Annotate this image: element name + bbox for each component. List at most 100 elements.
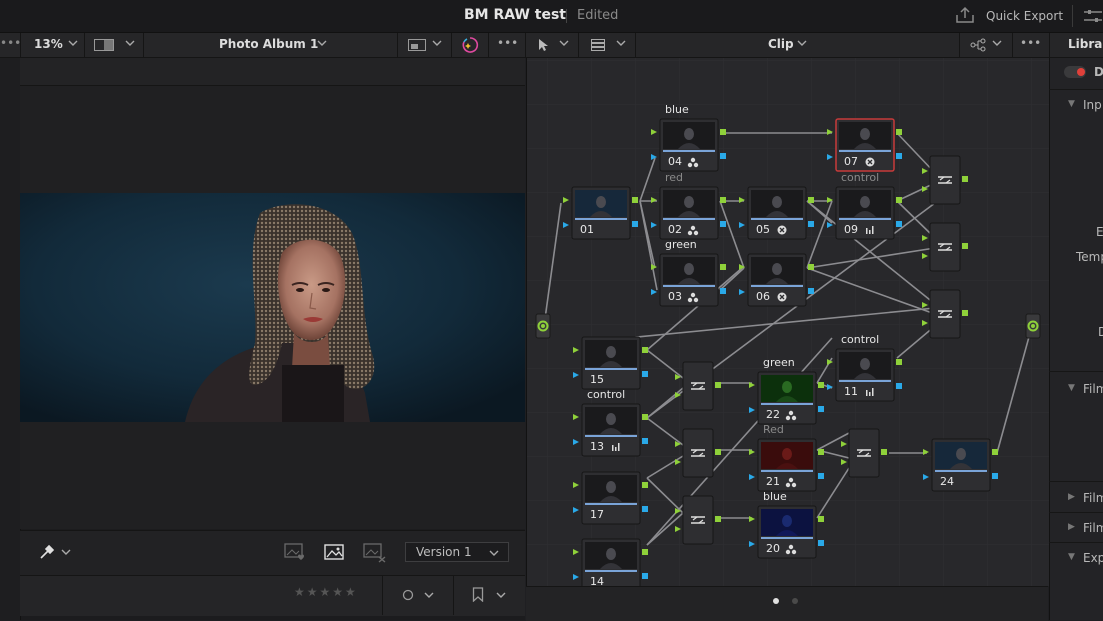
inspector-field-label: D — [1098, 325, 1103, 339]
node-label: green — [763, 356, 795, 369]
flag-circle-icon[interactable] — [402, 589, 414, 601]
node-17[interactable]: 17 — [573, 471, 648, 525]
node-label: control — [841, 171, 879, 184]
toolbar-separator — [525, 33, 526, 57]
chevron-down-icon[interactable] — [432, 38, 442, 48]
collapse-icon[interactable]: ▼ — [1068, 383, 1075, 393]
toolbar-separator — [959, 33, 960, 57]
node-label: control — [587, 388, 625, 401]
node-05[interactable]: 05 — [739, 186, 814, 240]
node-06[interactable]: 06 — [739, 253, 814, 307]
chevron-down-icon[interactable] — [125, 38, 135, 48]
node-number: 17 — [590, 508, 604, 521]
toolbar-separator — [488, 33, 489, 57]
chevron-down-icon[interactable] — [496, 590, 506, 600]
settings-sliders-icon[interactable] — [1082, 8, 1103, 24]
chevron-down-icon[interactable] — [489, 548, 499, 558]
node-number: 05 — [756, 223, 770, 236]
inspector-divider — [1049, 371, 1103, 372]
image-remove-icon[interactable] — [363, 543, 387, 563]
node-number: 01 — [580, 223, 594, 236]
toolbar: ••• 13% Photo Album 1 ••• Clip ••• Libra… — [0, 33, 1103, 58]
page-dot-active[interactable] — [773, 598, 779, 604]
inspector-section-film[interactable]: Film — [1083, 382, 1103, 396]
node-graph[interactable]: 01 02 red 03 green 04 blue 05 06 07 09 control 11 con… — [526, 58, 1049, 586]
footer-separator — [382, 575, 383, 615]
node-number: 04 — [668, 155, 682, 168]
node-number: 02 — [668, 223, 682, 236]
viewer-header — [20, 58, 525, 86]
bookmark-icon[interactable] — [472, 587, 484, 602]
zoom-level[interactable]: 13% — [34, 37, 63, 51]
chevron-down-icon[interactable] — [61, 547, 71, 557]
inspector-section-film[interactable]: Film — [1083, 491, 1103, 505]
node-number: 07 — [844, 155, 858, 168]
viewer-layout-icon[interactable] — [408, 39, 426, 51]
node-number: 14 — [590, 575, 604, 586]
more-options-icon[interactable]: ••• — [1020, 36, 1041, 50]
node-07[interactable]: 07 — [827, 118, 902, 172]
chevron-down-icon[interactable] — [68, 38, 78, 48]
inspector-divider — [1049, 512, 1103, 513]
quick-export-icon[interactable] — [954, 6, 976, 24]
node-number: 20 — [766, 542, 780, 555]
color-magic-icon[interactable] — [461, 36, 479, 54]
inspector-section-film[interactable]: Film — [1083, 521, 1103, 535]
node-number: 21 — [766, 475, 780, 488]
inspector-tab-library[interactable]: Library — [1068, 37, 1103, 51]
node-14[interactable]: 14 — [573, 538, 648, 586]
node-15[interactable]: 15 — [573, 336, 648, 390]
chevron-down-icon[interactable] — [559, 38, 569, 48]
inspector-section-input[interactable]: Inp — [1083, 98, 1102, 112]
star-rating[interactable]: ★★★★★ — [294, 585, 358, 599]
toolbar-separator — [20, 33, 21, 57]
quick-export-button[interactable]: Quick Export — [986, 9, 1063, 23]
expand-icon[interactable]: ▶ — [1068, 522, 1075, 532]
color-picker-icon[interactable] — [38, 543, 56, 561]
node-number: 09 — [844, 223, 858, 236]
version-label[interactable]: Version 1 — [416, 545, 472, 559]
node-number: 06 — [756, 290, 770, 303]
chevron-down-icon[interactable] — [616, 38, 626, 48]
node-stack-icon[interactable] — [591, 39, 605, 51]
graph-footer — [526, 586, 1048, 621]
node-label: control — [841, 333, 879, 346]
toolbar-separator — [635, 33, 636, 57]
chevron-down-icon[interactable] — [992, 38, 1002, 48]
viewer-footer — [20, 575, 525, 616]
inspector-divider — [1049, 89, 1103, 90]
project-status: Edited — [577, 8, 619, 23]
node-number: 15 — [590, 373, 604, 386]
inspector-field-label: Temp — [1076, 250, 1103, 264]
inspector-divider — [1049, 542, 1103, 543]
pointer-tool-icon[interactable] — [538, 38, 550, 52]
image-view-icon[interactable] — [323, 543, 345, 561]
album-selector[interactable]: Photo Album 1 — [219, 37, 318, 51]
title-separator — [1072, 5, 1073, 27]
collapse-icon[interactable]: ▼ — [1068, 552, 1075, 562]
more-options-icon[interactable]: ••• — [497, 36, 518, 50]
more-options-icon[interactable]: ••• — [0, 36, 21, 50]
inspector-section-exposure[interactable]: Exp — [1083, 551, 1103, 565]
page-dot[interactable] — [792, 598, 798, 604]
record-indicator-icon — [1077, 68, 1085, 76]
title-separator — [566, 9, 567, 23]
node-connect-icon[interactable] — [970, 38, 986, 52]
inspector-divider — [1049, 481, 1103, 482]
toolbar-separator — [451, 33, 452, 57]
toolbar-separator — [143, 33, 144, 57]
chevron-down-icon[interactable] — [797, 38, 807, 48]
inspector-field-label: E — [1096, 225, 1103, 239]
chevron-down-icon[interactable] — [317, 38, 327, 48]
collapse-icon[interactable]: ▼ — [1068, 99, 1075, 109]
project-title: BM RAW test — [464, 7, 566, 23]
image-favorite-icon[interactable] — [284, 543, 306, 561]
graph-mode-selector[interactable]: Clip — [768, 37, 794, 51]
node-label: blue — [763, 490, 787, 503]
chevron-down-icon[interactable] — [424, 590, 434, 600]
split-view-icon[interactable] — [94, 39, 114, 51]
node-24[interactable]: 24 — [923, 438, 998, 492]
node-number: 13 — [590, 440, 604, 453]
node-01[interactable]: 01 — [563, 186, 638, 240]
expand-icon[interactable]: ▶ — [1068, 492, 1075, 502]
